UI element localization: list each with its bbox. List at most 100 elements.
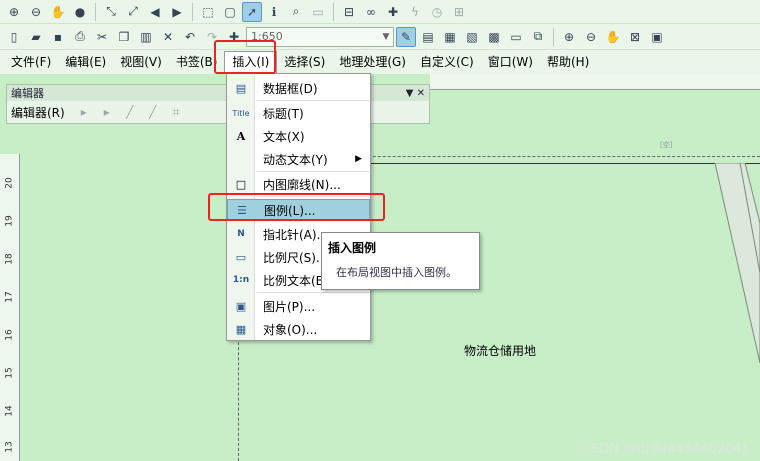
- menu-help[interactable]: 帮助(H): [540, 51, 596, 73]
- menu-item-dynamic-text[interactable]: 动态文本(Y) ▶: [227, 148, 370, 170]
- neatline-icon: □: [235, 177, 247, 191]
- menu-item-object[interactable]: ▦ 对象(O)...: [227, 318, 370, 340]
- ruler-tick-label: 17: [4, 291, 15, 303]
- zoom-100-icon[interactable]: ▣: [647, 27, 667, 47]
- catalog-icon[interactable]: ▦: [440, 27, 460, 47]
- pan-icon[interactable]: ✋: [48, 2, 68, 22]
- ruler-tick-label: 18: [4, 253, 15, 265]
- cut-icon[interactable]: ✂: [92, 27, 112, 47]
- chevron-down-icon[interactable]: ▼: [379, 28, 393, 46]
- back-icon[interactable]: ◀: [145, 2, 165, 22]
- menu-item-label: 动态文本(Y): [263, 152, 328, 167]
- go-to-xy-icon[interactable]: ✚: [383, 2, 403, 22]
- menu-selection[interactable]: 选择(S): [277, 51, 332, 73]
- title-icon: Title: [232, 108, 250, 118]
- menu-view[interactable]: 视图(V): [113, 51, 169, 73]
- model-builder-icon[interactable]: ⧉: [528, 27, 548, 47]
- scale-bar-icon: ▭: [235, 250, 247, 264]
- delete-icon[interactable]: ✕: [158, 27, 178, 47]
- menu-item-label: 图片(P)...: [263, 299, 316, 314]
- data-frame-icon: ▤: [235, 81, 247, 95]
- zoom-in-icon[interactable]: ⊕: [4, 2, 24, 22]
- watermark-text: CSDN @山水(443440204): [582, 442, 747, 457]
- legend-tooltip: 插入图例 在布局视图中插入图例。: [321, 232, 480, 290]
- annotation-box-insert-menu: [214, 40, 276, 74]
- menu-geoprocessing[interactable]: 地理处理(G): [332, 51, 413, 73]
- straight-segment-icon[interactable]: ╱: [120, 102, 140, 122]
- copy-icon[interactable]: ❐: [114, 27, 134, 47]
- globe-icon[interactable]: ●: [70, 2, 90, 22]
- menu-edit[interactable]: 编辑(E): [58, 51, 113, 73]
- ruler-tick-label: 15: [4, 367, 15, 379]
- object-icon: ▦: [235, 322, 247, 336]
- create-viewer-icon[interactable]: ⊞: [449, 2, 469, 22]
- polygon-label: 物流仓储用地: [464, 344, 537, 358]
- find-icon[interactable]: ⌕: [286, 2, 306, 22]
- north-arrow-icon: N: [237, 229, 245, 239]
- new-document-icon[interactable]: ▯: [4, 27, 24, 47]
- search-window-icon[interactable]: ▧: [462, 27, 482, 47]
- menu-item-label: 内图廓线(N)...: [263, 177, 341, 192]
- empty-text-mark: [空]: [660, 141, 673, 149]
- menu-item-label: 对象(O)...: [263, 322, 318, 337]
- menu-file[interactable]: 文件(F): [4, 51, 58, 73]
- menu-item-label: 比例尺(S)...: [263, 250, 328, 265]
- construction-icon[interactable]: ⌗: [166, 102, 186, 122]
- binoculars-icon[interactable]: ∞: [361, 2, 381, 22]
- paste-icon[interactable]: ▥: [136, 27, 156, 47]
- horizontal-ruler: [430, 74, 760, 90]
- menu-customize[interactable]: 自定义(C): [413, 51, 481, 73]
- ruler-tick-label: 16: [4, 329, 15, 341]
- menu-item-text[interactable]: A 文本(X): [227, 125, 370, 147]
- edit-annotation-icon[interactable]: ▸: [97, 102, 117, 122]
- edit-tool-icon[interactable]: ▸: [74, 102, 94, 122]
- editor-dropdown[interactable]: 编辑器(R): [11, 104, 65, 121]
- toolbar-separator: [333, 2, 334, 21]
- zoom-whole-page-icon[interactable]: ⊠: [625, 27, 645, 47]
- hyperlink-icon[interactable]: ϟ: [405, 2, 425, 22]
- open-folder-icon[interactable]: ▰: [26, 27, 46, 47]
- table-of-contents-icon[interactable]: ▤: [418, 27, 438, 47]
- fixed-zoom-in-icon[interactable]: ⤡: [101, 2, 121, 22]
- save-icon[interactable]: ▪: [48, 27, 68, 47]
- select-elements-icon[interactable]: ➚: [242, 1, 262, 22]
- trace-icon[interactable]: ╱: [143, 102, 163, 122]
- fixed-zoom-out-icon[interactable]: ⤢: [123, 2, 143, 22]
- time-slider-icon[interactable]: ◷: [427, 2, 447, 22]
- menu-item-title[interactable]: Title 标题(T): [227, 102, 370, 124]
- zoom-out-icon[interactable]: ⊖: [26, 2, 46, 22]
- editor-toolbar-icon[interactable]: ✎: [396, 26, 416, 47]
- python-window-icon[interactable]: ▭: [506, 27, 526, 47]
- layout-zoom-out-icon[interactable]: ⊖: [581, 27, 601, 47]
- clear-selection-icon[interactable]: ▢: [220, 2, 240, 22]
- print-icon[interactable]: ⎙: [70, 27, 90, 47]
- panel-title: 编辑器: [11, 87, 44, 100]
- menu-windows[interactable]: 窗口(W): [481, 51, 540, 73]
- scale-text-icon: 1:n: [232, 275, 250, 285]
- html-popup-icon[interactable]: ▭: [308, 2, 328, 22]
- identify-icon[interactable]: ℹ: [264, 2, 284, 22]
- undo-icon[interactable]: ↶: [180, 27, 200, 47]
- arctoolbox-icon[interactable]: ▩: [484, 27, 504, 47]
- menu-item-label: 数据框(D): [263, 81, 318, 96]
- measure-icon[interactable]: ⊟: [339, 2, 359, 22]
- submenu-arrow-icon: ▶: [355, 154, 362, 164]
- menu-item-data-frame[interactable]: ▤ 数据框(D): [227, 77, 370, 99]
- panel-close-icon[interactable]: ▼ ✕: [406, 88, 425, 99]
- menu-item-label: 指北针(A)...: [263, 227, 329, 242]
- ruler-tick-label: 20: [4, 177, 15, 189]
- standard-toolbar: ⊕ ⊖ ✋ ● ⤡ ⤢ ◀ ▶ ⬚ ▢ ➚ ℹ ⌕ ▭ ⊟ ∞ ✚ ϟ ◷ ⊞: [0, 0, 760, 24]
- layout-zoom-in-icon[interactable]: ⊕: [559, 27, 579, 47]
- select-features-icon[interactable]: ⬚: [198, 2, 218, 22]
- ruler-tick-label: 14: [4, 405, 15, 417]
- annotation-box-legend-item: [208, 193, 385, 221]
- menu-separator: [257, 171, 369, 172]
- forward-icon[interactable]: ▶: [167, 2, 187, 22]
- toolbar-separator: [553, 27, 554, 46]
- menu-item-neatline[interactable]: □ 内图廓线(N)...: [227, 173, 370, 195]
- menu-separator: [257, 100, 369, 101]
- menu-bar: 文件(F) 编辑(E) 视图(V) 书签(B) 插入(I) 选择(S) 地理处理…: [0, 50, 760, 74]
- menu-item-picture[interactable]: ▣ 图片(P)...: [227, 295, 370, 317]
- tooltip-body: 在布局视图中插入图例。: [336, 266, 457, 279]
- layout-pan-icon[interactable]: ✋: [603, 27, 623, 47]
